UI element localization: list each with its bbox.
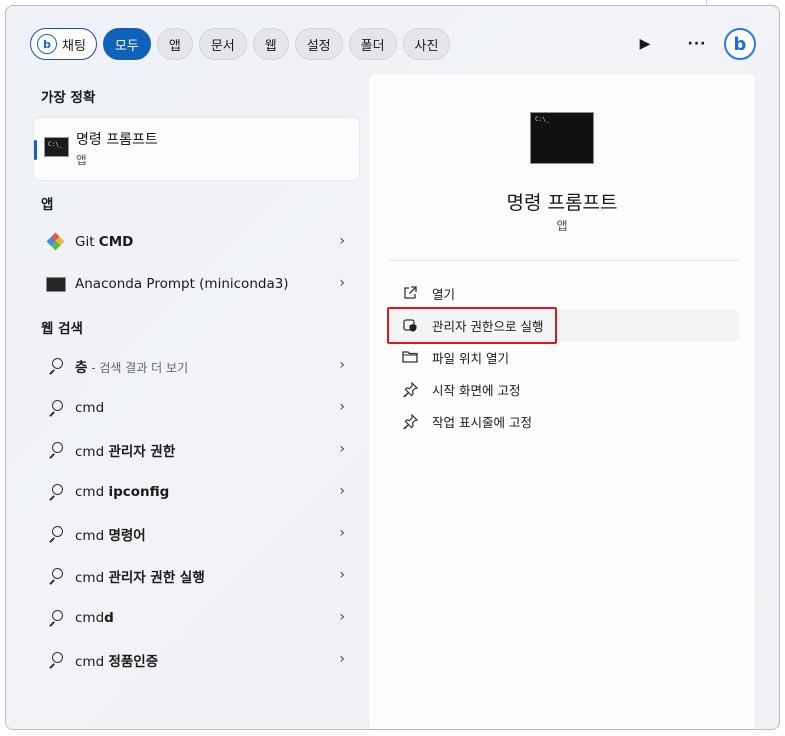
- web-item-label: cmd 관리자 권한: [75, 444, 176, 460]
- action-label: 파일 위치 열기: [432, 350, 509, 366]
- web-item-label: cmd 관리자 권한 실행: [75, 570, 205, 586]
- web-item-cmd[interactable]: cmd ›: [34, 387, 359, 429]
- pin-icon: [401, 380, 419, 398]
- app-item-label: Git CMD: [75, 234, 134, 250]
- chip-documents-label: 문서: [210, 38, 235, 54]
- pin-icon: [401, 412, 419, 430]
- chip-settings-label: 설정: [306, 38, 331, 54]
- detail-subtitle: 앱: [556, 219, 568, 233]
- chip-apps-label: 앱: [168, 38, 181, 54]
- action-label: 작업 표시줄에 고정: [432, 414, 532, 430]
- search-window: b 채팅 모두 앱 문서 웹 설정 폴더 사진 ▶ ··· b 가장 정확 C:…: [5, 5, 780, 730]
- search-icon: [45, 355, 67, 377]
- chevron-right-icon[interactable]: ›: [339, 609, 345, 625]
- action-pin-to-start[interactable]: 시작 화면에 고정: [389, 373, 739, 405]
- detail-title: 명령 프롬프트: [506, 192, 618, 214]
- folder-icon: [401, 348, 419, 366]
- chevron-right-icon[interactable]: ›: [339, 567, 345, 583]
- chip-apps[interactable]: 앱: [156, 28, 193, 60]
- best-match-name: 명령 프롬프트: [76, 132, 158, 148]
- chip-all[interactable]: 모두: [102, 28, 151, 60]
- app-item-git-cmd[interactable]: Git CMD ›: [34, 221, 359, 263]
- search-icon: [45, 397, 67, 419]
- action-label: 열기: [432, 286, 456, 302]
- chevron-right-icon[interactable]: ›: [339, 275, 345, 291]
- app-item-label: Anaconda Prompt (miniconda3): [75, 276, 289, 292]
- git-icon: [45, 231, 67, 253]
- web-item-label: cmdd: [75, 610, 114, 626]
- web-item-cmd-ipconfig[interactable]: cmd ipconfig ›: [34, 471, 359, 513]
- web-item-cmd-admin[interactable]: cmd 관리자 권한 ›: [34, 429, 359, 471]
- chevron-right-icon[interactable]: ›: [339, 233, 345, 249]
- chip-folders-label: 폴더: [360, 38, 385, 54]
- chip-web-label: 웹: [264, 38, 277, 54]
- web-item-label: 층 - 검색 결과 더 보기: [75, 360, 189, 376]
- chip-chat[interactable]: b 채팅: [30, 28, 97, 60]
- bing-logo-icon[interactable]: b: [724, 28, 756, 60]
- web-item-label: cmd 정품인증: [75, 654, 159, 670]
- command-prompt-large-icon: C:\_: [530, 112, 594, 164]
- highlight-annotation-box: [387, 307, 557, 344]
- selection-accent: [34, 140, 37, 160]
- best-match-type: 앱: [76, 153, 87, 167]
- command-prompt-icon: C:\_: [44, 137, 69, 157]
- web-item-label: cmd 명령어: [75, 528, 146, 544]
- chip-folders[interactable]: 폴더: [348, 28, 397, 60]
- web-item-cmd-admin-run[interactable]: cmd 관리자 권한 실행 ›: [34, 555, 359, 597]
- action-open[interactable]: 열기: [389, 277, 739, 309]
- chip-documents[interactable]: 문서: [198, 28, 247, 60]
- more-options-icon[interactable]: ···: [680, 28, 714, 60]
- apps-heading: 앱: [41, 197, 54, 213]
- web-search-heading: 웹 검색: [41, 321, 83, 337]
- top-right-controls: ▶ ··· b: [628, 28, 756, 60]
- search-icon: [45, 607, 67, 629]
- chevron-right-icon[interactable]: ›: [339, 441, 345, 457]
- web-item-cmd-commands[interactable]: cmd 명령어 ›: [34, 513, 359, 555]
- web-item-more-results[interactable]: 층 - 검색 결과 더 보기 ›: [34, 345, 359, 387]
- chevron-right-icon[interactable]: ›: [339, 357, 345, 373]
- chip-settings[interactable]: 설정: [294, 28, 343, 60]
- detail-panel: C:\_ 명령 프롬프트 앱 열기 관리자 권한으로 실행 파일 위치 열기 시…: [369, 74, 755, 729]
- chip-web[interactable]: 웹: [252, 28, 289, 60]
- chip-photos-label: 사진: [414, 38, 439, 54]
- chip-all-label: 모두: [114, 38, 139, 54]
- search-icon: [45, 481, 67, 503]
- chevron-right-icon[interactable]: ›: [339, 399, 345, 415]
- search-icon: [45, 649, 67, 671]
- action-label: 시작 화면에 고정: [432, 382, 521, 398]
- best-match-item[interactable]: C:\_ 명령 프롬프트 앱: [34, 118, 359, 180]
- chip-photos[interactable]: 사진: [402, 28, 451, 60]
- web-item-cmd-activation[interactable]: cmd 정품인증 ›: [34, 639, 359, 681]
- divider: [389, 260, 739, 261]
- chip-chat-label: 채팅: [62, 38, 86, 54]
- web-item-label: cmd ipconfig: [75, 484, 170, 500]
- chevron-right-icon[interactable]: ›: [339, 525, 345, 541]
- action-pin-to-taskbar[interactable]: 작업 표시줄에 고정: [389, 405, 739, 437]
- action-open-file-location[interactable]: 파일 위치 열기: [389, 341, 739, 373]
- search-icon: [45, 523, 67, 545]
- play-icon[interactable]: ▶: [628, 28, 662, 60]
- app-item-anaconda-prompt[interactable]: Anaconda Prompt (miniconda3) ›: [34, 263, 359, 305]
- web-item-label: cmd: [75, 400, 105, 416]
- terminal-icon: [45, 273, 67, 295]
- best-match-heading: 가장 정확: [41, 90, 96, 106]
- search-icon: [45, 565, 67, 587]
- search-icon: [45, 439, 67, 461]
- filter-bar: b 채팅 모두 앱 문서 웹 설정 폴더 사진: [30, 28, 451, 60]
- web-item-cmdd[interactable]: cmdd ›: [34, 597, 359, 639]
- open-external-icon: [401, 284, 419, 302]
- bing-chat-icon: b: [37, 34, 57, 54]
- chevron-right-icon[interactable]: ›: [339, 483, 345, 499]
- chevron-right-icon[interactable]: ›: [339, 651, 345, 667]
